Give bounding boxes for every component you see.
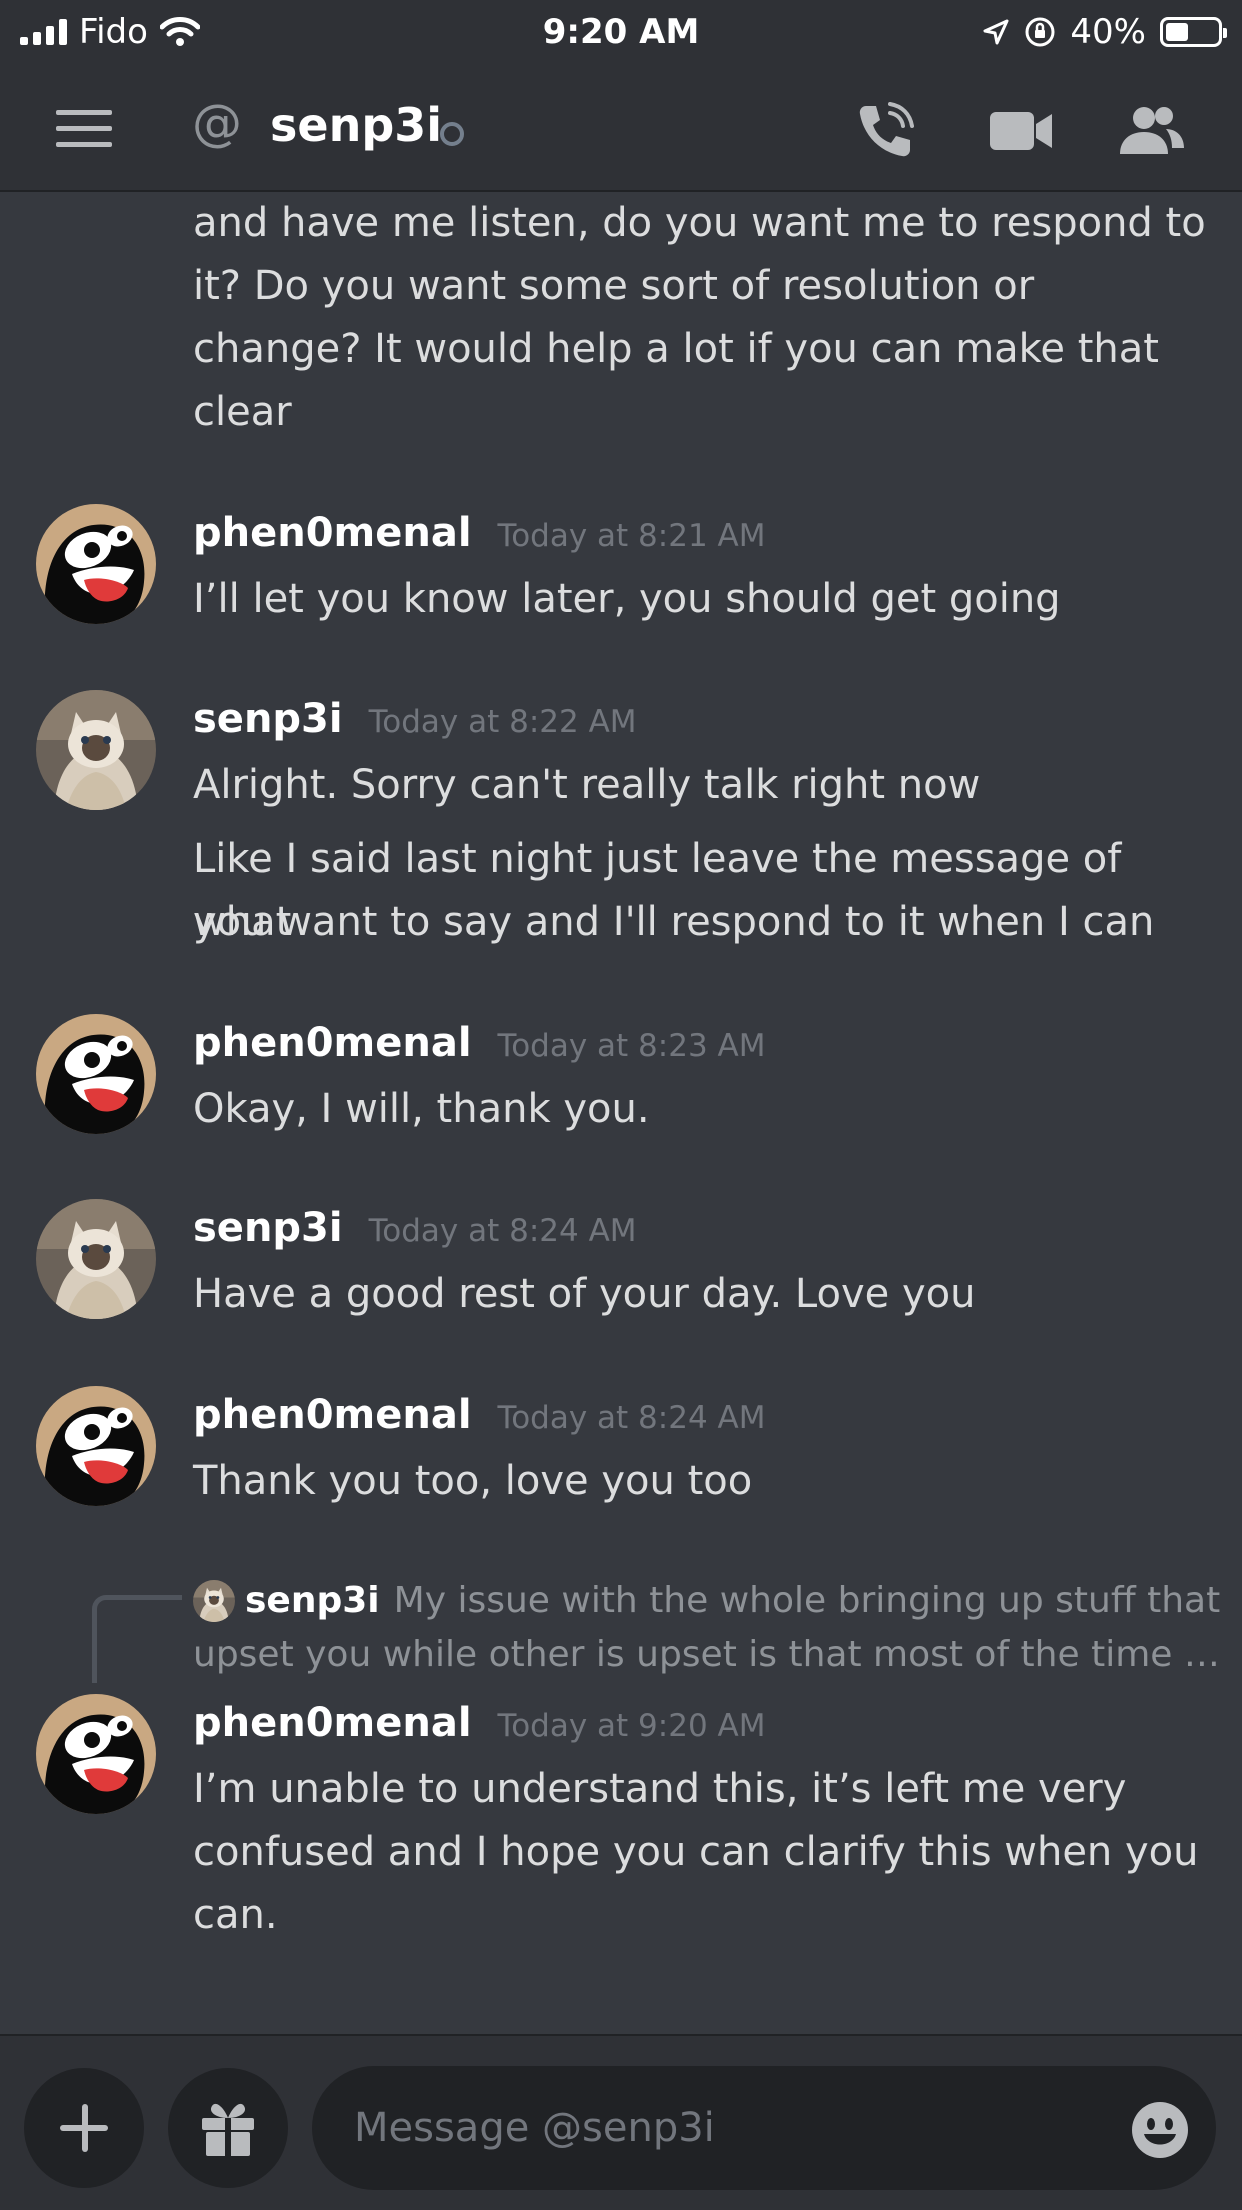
reply-preview[interactable]: senp3i My issue with the whole bringing u…	[193, 1574, 1223, 1682]
gift-button[interactable]	[168, 2068, 288, 2188]
status-bar: Fido 9:20 AM 40%	[0, 0, 1242, 64]
message-line: Have a good rest of your day. Love you	[193, 1271, 976, 1317]
chat-header: @ senp3i	[0, 68, 1242, 190]
message-line: clear	[193, 389, 292, 435]
message-line: can.	[193, 1892, 278, 1938]
message-line: I’m unable to understand this, it’s left…	[193, 1766, 1127, 1812]
reply-author: senp3i	[245, 1580, 380, 1621]
message-timestamp: Today at 8:21 AM	[497, 518, 766, 554]
message-author[interactable]: senp3i Today at 8:22 AM	[193, 696, 637, 742]
reply-connector	[92, 1595, 182, 1683]
message-line: confused and I hope you can clarify this…	[193, 1829, 1199, 1875]
message-input[interactable]	[312, 2066, 1216, 2190]
menu-button[interactable]	[56, 110, 112, 148]
battery-percent: 40%	[1070, 12, 1146, 52]
video-call-button[interactable]	[988, 98, 1058, 162]
message-line: and have me listen, do you want me to re…	[193, 200, 1206, 246]
message-author[interactable]: phen0menal Today at 9:20 AM	[193, 1700, 765, 1746]
status-right: 40%	[982, 12, 1227, 52]
at-icon: @	[192, 94, 242, 152]
avatar[interactable]	[36, 1014, 156, 1134]
avatar[interactable]	[36, 1694, 156, 1814]
voice-call-button[interactable]	[852, 98, 922, 162]
rotation-lock-icon	[1025, 17, 1055, 47]
message-composer	[0, 2034, 1242, 2210]
message-timestamp: Today at 8:24 AM	[368, 1213, 637, 1249]
hamburger-icon	[56, 110, 112, 115]
message-author[interactable]: phen0menal Today at 8:24 AM	[193, 1392, 765, 1438]
message-line: it? Do you want some sort of resolution …	[193, 263, 1035, 309]
message-line: Thank you too, love you too	[193, 1458, 753, 1504]
gift-icon	[202, 2103, 254, 2156]
message-line: I’ll let you know later, you should get …	[193, 576, 1061, 622]
message-timestamp: Today at 8:23 AM	[497, 1028, 766, 1064]
message-line: Okay, I will, thank you.	[193, 1086, 650, 1132]
reply-avatar	[193, 1580, 235, 1622]
avatar[interactable]	[36, 690, 156, 810]
message-author[interactable]: senp3i Today at 8:24 AM	[193, 1205, 637, 1251]
battery-icon	[1160, 17, 1227, 47]
message-timestamp: Today at 9:20 AM	[497, 1708, 766, 1744]
offline-status-icon	[440, 122, 464, 146]
location-arrow-icon	[983, 19, 1009, 45]
message-line: you want to say and I'll respond to it w…	[193, 899, 1155, 945]
avatar[interactable]	[36, 1386, 156, 1506]
message-timestamp: Today at 8:22 AM	[368, 704, 637, 740]
message-timestamp: Today at 8:24 AM	[497, 1400, 766, 1436]
message-line: Alright. Sorry can't really talk right n…	[193, 762, 981, 808]
top-bar: Fido 9:20 AM 40% @ senp3i	[0, 0, 1242, 192]
avatar[interactable]	[36, 504, 156, 624]
emoji-button[interactable]	[1130, 2100, 1190, 2160]
message-author[interactable]: phen0menal Today at 8:23 AM	[193, 1020, 765, 1066]
recipient-name[interactable]: senp3i	[270, 98, 442, 152]
add-attachment-button[interactable]	[24, 2068, 144, 2188]
message-author[interactable]: phen0menal Today at 8:21 AM	[193, 510, 765, 556]
avatar[interactable]	[36, 1199, 156, 1319]
message-line: change? It would help a lot if you can m…	[193, 326, 1159, 372]
members-button[interactable]	[1116, 98, 1186, 162]
